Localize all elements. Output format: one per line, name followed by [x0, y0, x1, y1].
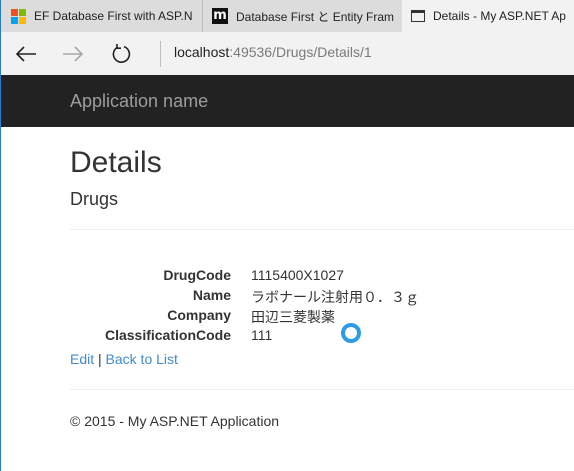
- actions-row: Edit | Back to List: [70, 351, 178, 367]
- field-value: 1115400X1027: [251, 267, 344, 283]
- browser-tab-ef-database-first[interactable]: EF Database First with ASP.N: [11, 0, 201, 32]
- field-row-drugcode: DrugCode 1115400X1027: [70, 267, 574, 287]
- microsoft-logo-icon: [11, 8, 26, 24]
- brand-link[interactable]: Application name: [70, 91, 208, 112]
- address-separator: [160, 41, 161, 67]
- field-value: 111: [251, 327, 273, 343]
- field-row-company: Company 田辺三菱製薬: [70, 307, 574, 327]
- arrow-left-icon: [15, 46, 36, 62]
- link-separator: |: [98, 351, 102, 367]
- tab-strip: EF Database First with ASP.N m Database …: [1, 0, 574, 32]
- details-list: DrugCode 1115400X1027 Name ラボナール注射用０．３ｇ …: [70, 267, 574, 347]
- field-label: DrugCode: [163, 267, 231, 283]
- browser-window: EF Database First with ASP.N m Database …: [0, 0, 574, 471]
- field-label: Company: [167, 307, 231, 323]
- field-row-classificationcode: ClassificationCode 111: [70, 327, 574, 347]
- loading-spinner-icon: [341, 323, 361, 343]
- address-bar[interactable]: localhost:49536/Drugs/Details/1: [174, 44, 372, 60]
- entity-title: Drugs: [70, 189, 119, 209]
- field-value: 田辺三菱製薬: [251, 309, 335, 325]
- footer-divider: [70, 389, 574, 390]
- m-logo-icon: m: [212, 8, 228, 24]
- tab-title: Database First と Entity Fram: [236, 9, 395, 24]
- site-navbar: Application name: [1, 75, 574, 127]
- edit-link[interactable]: Edit: [70, 351, 94, 367]
- address-host: localhost: [174, 44, 230, 60]
- forward-button[interactable]: [58, 39, 88, 69]
- browser-tab-database-first-entity[interactable]: m Database First と Entity Fram: [202, 0, 402, 32]
- tab-title: Details - My ASP.NET Ap: [433, 9, 566, 23]
- field-row-name: Name ラボナール注射用０．３ｇ: [70, 287, 574, 307]
- browser-tab-details-active[interactable]: Details - My ASP.NET Ap: [402, 0, 574, 32]
- field-label: ClassificationCode: [104, 327, 231, 343]
- refresh-button[interactable]: [106, 39, 136, 69]
- address-path: :49536/Drugs/Details/1: [229, 44, 372, 60]
- field-value: ラボナール注射用０．３ｇ: [251, 289, 419, 305]
- divider: [70, 229, 574, 230]
- back-to-list-link[interactable]: Back to List: [106, 351, 178, 367]
- tab-title: EF Database First with ASP.N: [34, 9, 193, 23]
- browser-toolbar: localhost:49536/Drugs/Details/1: [1, 32, 574, 75]
- page-title: Details: [70, 146, 162, 179]
- field-label: Name: [192, 287, 231, 303]
- arrow-right-icon: [63, 46, 84, 62]
- refresh-icon: [112, 44, 131, 63]
- page-icon: [411, 10, 425, 22]
- footer-copyright: © 2015 - My ASP.NET Application: [70, 413, 280, 429]
- back-button[interactable]: [11, 39, 41, 69]
